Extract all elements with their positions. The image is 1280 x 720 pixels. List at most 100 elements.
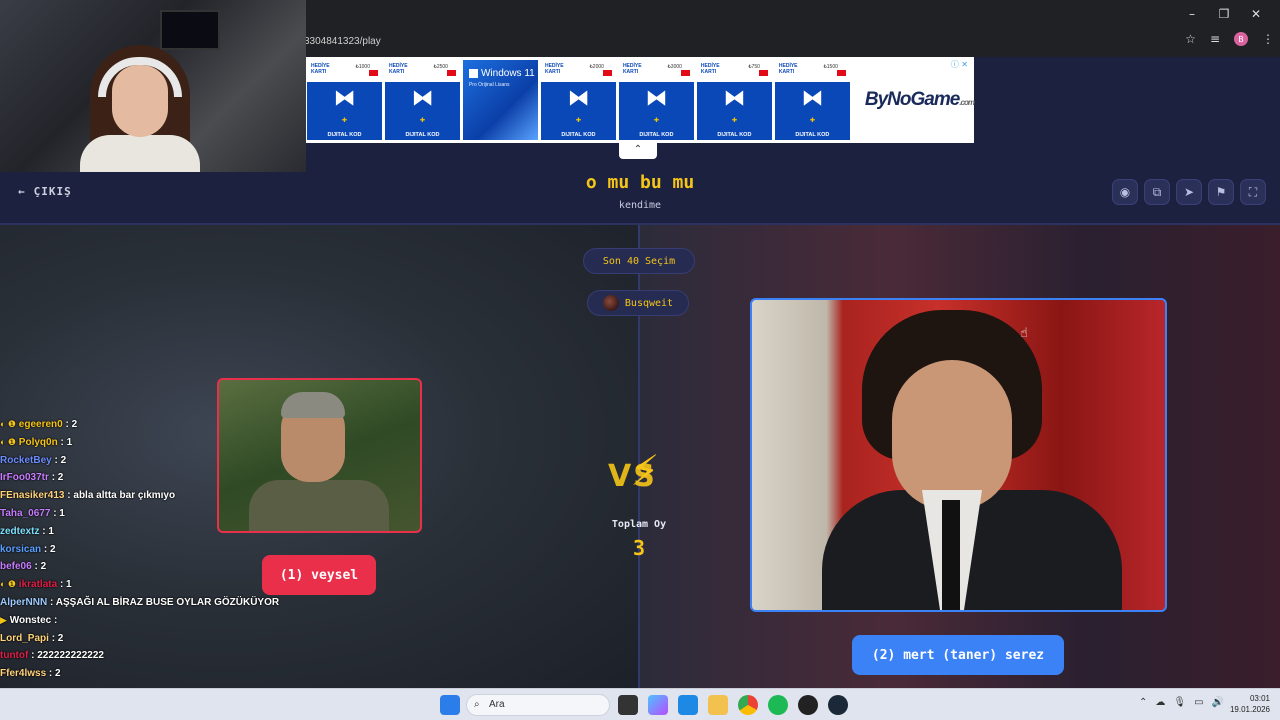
chat-username: korsican (0, 543, 42, 555)
browser-menu-icon[interactable]: ⋮ (1262, 32, 1274, 46)
card-code: DIJITAL KOD (327, 132, 362, 138)
total-votes-value: 3 (632, 536, 646, 560)
microphone-icon[interactable]: 🎙 (1173, 697, 1186, 708)
network-icon[interactable]: ☁ (1155, 697, 1165, 708)
pinned-apps (618, 695, 848, 715)
search-icon: ⌕ (474, 699, 480, 710)
chat-message: IrFoo037tr : 2 (0, 469, 300, 487)
eye-icon[interactable]: ◉ (1112, 179, 1138, 205)
plus-icon: ✚ (731, 115, 738, 125)
toolbar: ◉ ⧉ ➤ ⚑ ⛶ (1112, 179, 1266, 205)
ad-card-psn[interactable]: HEDİYE KARTI ₺1500 ⧓ ✚ DIJITAL KOD (774, 60, 850, 140)
chat-text: : 1 (53, 507, 65, 519)
playstation-icon: ⧓ (411, 86, 434, 111)
hand-cursor-icon: ☝ (1020, 326, 1028, 341)
send-icon[interactable]: ➤ (1176, 179, 1202, 205)
clock[interactable]: 03:01 19.01.2026 (1230, 693, 1270, 715)
media-control-icon[interactable]: ≡ (1210, 32, 1220, 46)
collapse-ad-button[interactable]: ⌃ (619, 143, 657, 159)
plus-icon: ✚ (575, 115, 582, 125)
ad-card-psn[interactable]: HEDİYE KARTI ₺1000 ⧓ ✚ DIJITAL KOD (307, 60, 382, 140)
ad-card-psn[interactable]: HEDİYE KARTI ₺2000 ⧓ ✚ DIJITAL KOD (540, 60, 616, 140)
plus-icon: ✚ (809, 115, 816, 125)
chat-message: ◐ ❶ ikratlata : 1 (0, 576, 300, 594)
total-votes-label: Toplam Oy (611, 519, 667, 530)
flag-icon (602, 70, 612, 76)
chat-badge-icon: ◐ ❶ (0, 419, 17, 429)
last-choices-badge[interactable]: Son 40 Seçim (583, 248, 695, 274)
card-code: DIJITAL KOD (717, 132, 752, 138)
chat-username: Taha_0677 (0, 507, 51, 519)
chat-badge-icon: ◐ ❶ (0, 436, 17, 447)
flag-icon (680, 70, 690, 76)
chat-text: : abla altta bar çıkmıyo (67, 490, 176, 502)
chat-username: Polyq0n (18, 436, 58, 448)
card-price: ₺2000 (589, 64, 604, 70)
display-icon[interactable]: ▭ (1194, 697, 1203, 708)
chrome-icon[interactable] (738, 695, 758, 715)
profile-avatar[interactable]: B (1234, 32, 1248, 46)
folder-icon[interactable] (708, 695, 728, 715)
maximize-button[interactable]: ❐ (1208, 0, 1240, 27)
right-choice-button[interactable]: (2) mert (taner) serez (852, 635, 1064, 675)
chat-badge-icon: ◐ ❶ (0, 579, 17, 590)
chat-username: zedtextz (0, 525, 40, 537)
chat-username: ikratlata (18, 579, 58, 591)
plus-icon: ✚ (419, 115, 426, 125)
chat-message: AlperNNN : AŞŞAĞI AL BİRAZ BUSE OYLAR GÖ… (0, 594, 300, 612)
last-choices-label: Son 40 Seçim (602, 255, 676, 267)
ad-info-icon[interactable]: ⓘ ✕ (951, 59, 968, 70)
chevron-up-icon[interactable]: ⌃ (1139, 697, 1147, 708)
ad-card-psn[interactable]: HEDİYE KARTI ₺2500 ⧓ ✚ DIJITAL KOD (384, 60, 460, 140)
flag-icon[interactable]: ⚑ (1208, 179, 1234, 205)
chat-text: : 2 (54, 454, 67, 466)
minimize-button[interactable]: – (1176, 0, 1208, 27)
ad-banner[interactable]: HEDİYE KARTI ₺1000 ⧓ ✚ DIJITAL KOD HEDİYE… (306, 57, 975, 143)
card-code: DIJITAL KOD (405, 132, 440, 138)
close-button[interactable]: ✕ (1240, 0, 1272, 27)
share-icon[interactable]: ⧉ (1144, 179, 1170, 205)
card-tag: HEDİYE KARTI (700, 63, 720, 75)
chat-message: Taha_0677 : 1 (0, 505, 300, 523)
chat-username: tuntof (0, 650, 29, 662)
card-tag: HEDİYE KARTI (544, 63, 564, 75)
steam-icon[interactable] (828, 695, 848, 715)
task-view-icon[interactable] (618, 695, 638, 715)
right-choice-image[interactable] (750, 298, 1167, 612)
taskbar-search[interactable]: ⌕ Ara (466, 694, 610, 716)
card-code: DIJITAL KOD (795, 132, 830, 138)
chat-message: ◐ ❶ egeeren0 : 2 (0, 416, 300, 434)
volume-icon[interactable]: 🔊 (1212, 697, 1224, 708)
chat-username: Wonstec (9, 614, 52, 626)
avatar (602, 295, 619, 311)
ad-card-psn[interactable]: HEDİYE KARTI ₺3000 ⧓ ✚ DIJITAL KOD (618, 60, 694, 140)
ad-brand-logo[interactable]: ByNoGame.com (865, 89, 975, 111)
chat-text: : AŞŞAĞI AL BİRAZ BUSE OYLAR GÖZÜKÜYOR (50, 596, 280, 608)
browser-toolbar: ☆ ≡ B ⋮ (1185, 32, 1274, 46)
windows-icon (468, 69, 478, 78)
obs-icon[interactable] (798, 695, 818, 715)
player-badge[interactable]: Busqweit (587, 290, 689, 316)
exit-button[interactable]: ← ÇIKIŞ (18, 185, 72, 198)
playstation-icon: ⧓ (801, 86, 824, 111)
store-icon[interactable] (678, 695, 698, 715)
brand-suffix: .com (959, 98, 975, 107)
taskbar-apps (440, 695, 460, 715)
chat-text: : 1 (42, 525, 54, 537)
bookmark-star-icon[interactable]: ☆ (1185, 32, 1196, 46)
playstation-icon: ⧓ (333, 86, 356, 111)
search-placeholder: Ara (489, 699, 505, 710)
card-tag: HEDİYE KARTI (388, 63, 408, 75)
fullscreen-icon[interactable]: ⛶ (1240, 179, 1266, 205)
address-bar[interactable]: 3304841323/play (290, 31, 1190, 53)
ad-card-windows[interactable]: Windows 11 Pro Orijinal Lisans (462, 60, 538, 140)
start-icon[interactable] (440, 695, 460, 715)
chat-message: RocketBey : 2 (0, 452, 300, 470)
plus-icon: ✚ (653, 115, 660, 125)
page-title: o mu bu mu (585, 172, 695, 193)
card-price: ₺1500 (823, 64, 838, 70)
spotify-icon[interactable] (768, 695, 788, 715)
chat-text: : 1 (59, 579, 72, 591)
ad-card-psn[interactable]: HEDİYE KARTI ₺750 ⧓ ✚ DIJITAL KOD (696, 60, 772, 140)
copilot-icon[interactable] (648, 695, 668, 715)
